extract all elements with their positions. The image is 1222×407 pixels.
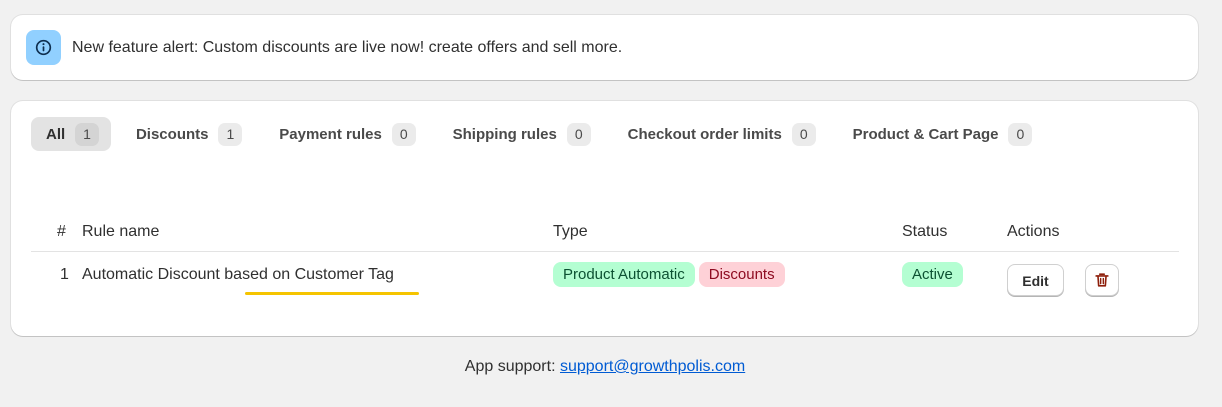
rules-card: All 1 Discounts 1 Payment rules 0 Shippi…	[11, 101, 1198, 336]
tab-discounts[interactable]: Discounts 1	[121, 117, 254, 151]
status-cell: Active	[902, 262, 967, 287]
tab-count: 0	[391, 122, 416, 146]
feature-alert-banner: New feature alert: Custom discounts are …	[11, 15, 1198, 80]
tab-count: 0	[791, 122, 816, 146]
edit-button[interactable]: Edit	[1007, 264, 1064, 296]
tab-label: Discounts	[135, 125, 209, 143]
tab-label: Shipping rules	[452, 125, 557, 143]
table-header: # Rule name Type Status Actions	[31, 211, 1179, 252]
delete-button[interactable]	[1085, 264, 1119, 296]
rule-tabs: All 1 Discounts 1 Payment rules 0 Shippi…	[31, 117, 1054, 151]
tab-count: 0	[1008, 122, 1033, 146]
header-num: #	[57, 223, 66, 240]
app-support-footer: App support: support@growthpolis.com	[0, 358, 1210, 376]
header-status: Status	[902, 223, 948, 240]
highlight-underline	[245, 292, 419, 295]
banner-text: New feature alert: Custom discounts are …	[72, 39, 623, 56]
type-badge-product-automatic: Product Automatic	[553, 262, 695, 287]
tab-count: 1	[75, 122, 99, 146]
header-type: Type	[553, 223, 588, 240]
tab-count: 1	[218, 122, 243, 146]
status-badge: Active	[902, 262, 963, 287]
tab-label: All	[46, 125, 66, 143]
tab-label: Payment rules	[279, 125, 382, 143]
type-cell: Product Automatic Discounts	[553, 262, 789, 287]
tab-payment-rules[interactable]: Payment rules 0	[264, 117, 427, 151]
table-row: 1 Automatic Discount based on Customer T…	[31, 252, 1179, 312]
type-badge-discounts: Discounts	[698, 262, 785, 287]
header-actions: Actions	[1007, 223, 1060, 240]
rules-table: # Rule name Type Status Actions 1 Automa…	[31, 211, 1179, 312]
rule-name: Automatic Discount based on Customer Tag	[82, 266, 394, 283]
tab-shipping-rules[interactable]: Shipping rules 0	[438, 117, 603, 151]
tab-label: Checkout order limits	[627, 125, 782, 143]
row-num: 1	[60, 266, 69, 283]
trash-icon	[1095, 273, 1109, 287]
tab-count: 0	[566, 122, 591, 146]
header-rule-name: Rule name	[82, 223, 160, 240]
tab-all[interactable]: All 1	[31, 117, 111, 151]
tab-label: Product & Cart Page	[852, 125, 999, 143]
tab-checkout-order-limits[interactable]: Checkout order limits 0	[613, 117, 828, 151]
support-label: App support:	[464, 358, 556, 375]
info-icon	[26, 30, 61, 65]
support-email-link[interactable]: support@growthpolis.com	[560, 358, 745, 375]
tab-product-cart-page[interactable]: Product & Cart Page 0	[838, 117, 1045, 151]
